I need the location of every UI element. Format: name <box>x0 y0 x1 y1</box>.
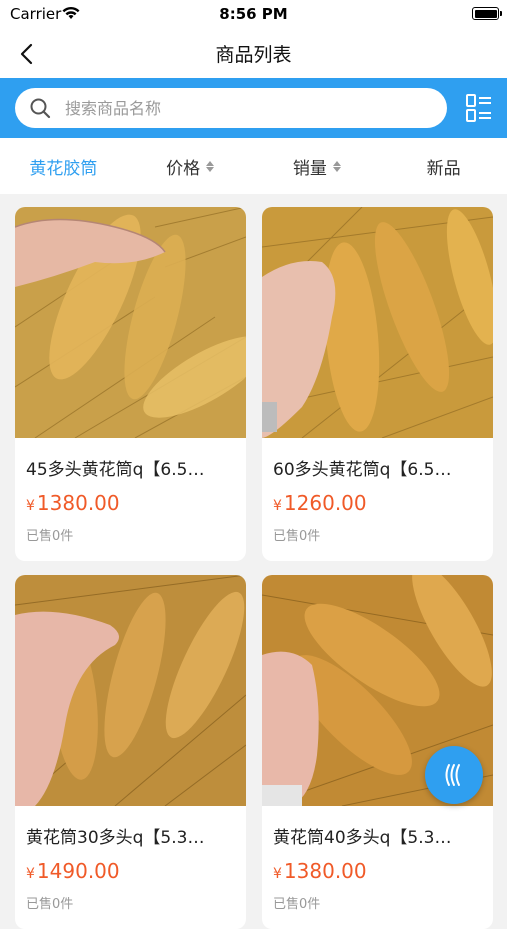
filter-label: 黄花胶筒 <box>29 158 98 179</box>
search-input[interactable] <box>65 88 435 128</box>
search-icon <box>29 97 51 123</box>
product-card[interactable]: 60多头黄花筒q【6.5… ¥1260.00 已售0件 <box>262 207 493 561</box>
sold-count: 已售0件 <box>26 529 74 544</box>
product-name: 黄花筒40多头q【5.3… <box>273 828 452 848</box>
product-card[interactable]: 黄花筒30多头q【5.3… ¥1490.00 已售0件 <box>15 575 246 929</box>
status-bar: Carrier 8:56 PM <box>0 0 507 30</box>
nav-bar: 商品列表 <box>0 30 507 78</box>
filter-new[interactable]: 新品 <box>380 154 507 179</box>
product-price: ¥1380.00 <box>26 491 120 515</box>
product-image <box>15 575 246 806</box>
list-layout-icon <box>466 94 491 122</box>
product-image <box>262 207 493 438</box>
filter-sales[interactable]: 销量 <box>254 154 381 179</box>
product-grid: 45多头黄花筒q【6.5… ¥1380.00 已售0件 60多头黄花筒q【6.5… <box>15 207 493 929</box>
sort-icon <box>332 160 341 172</box>
product-name: 黄花筒30多头q【5.3… <box>26 828 205 848</box>
list-view-toggle[interactable] <box>466 94 492 122</box>
search-bar <box>0 78 507 138</box>
page-title: 商品列表 <box>215 44 292 66</box>
filter-price[interactable]: 价格 <box>127 154 254 179</box>
product-name: 45多头黄花筒q【6.5… <box>26 460 205 480</box>
sold-count: 已售0件 <box>273 897 321 912</box>
sold-count: 已售0件 <box>273 529 321 544</box>
product-card[interactable]: 45多头黄花筒q【6.5… ¥1380.00 已售0件 <box>15 207 246 561</box>
filter-label: 新品 <box>426 158 461 179</box>
product-image <box>15 207 246 438</box>
sort-icon <box>206 160 215 172</box>
chevrons-left-icon <box>445 764 460 786</box>
clock: 8:56 PM <box>219 5 288 23</box>
floating-menu-button[interactable] <box>425 746 483 804</box>
search-box[interactable] <box>15 88 447 128</box>
product-price: ¥1380.00 <box>273 859 367 883</box>
filter-label: 销量 <box>292 158 327 179</box>
product-name: 60多头黄花筒q【6.5… <box>273 460 452 480</box>
sold-count: 已售0件 <box>26 897 74 912</box>
filter-category[interactable]: 黄花胶筒 <box>0 154 127 179</box>
battery-icon <box>472 7 502 20</box>
product-price: ¥1260.00 <box>273 491 367 515</box>
filter-bar: 黄花胶筒 价格 销量 新品 <box>0 138 507 194</box>
filter-label: 价格 <box>166 158 201 179</box>
product-price: ¥1490.00 <box>26 859 120 883</box>
